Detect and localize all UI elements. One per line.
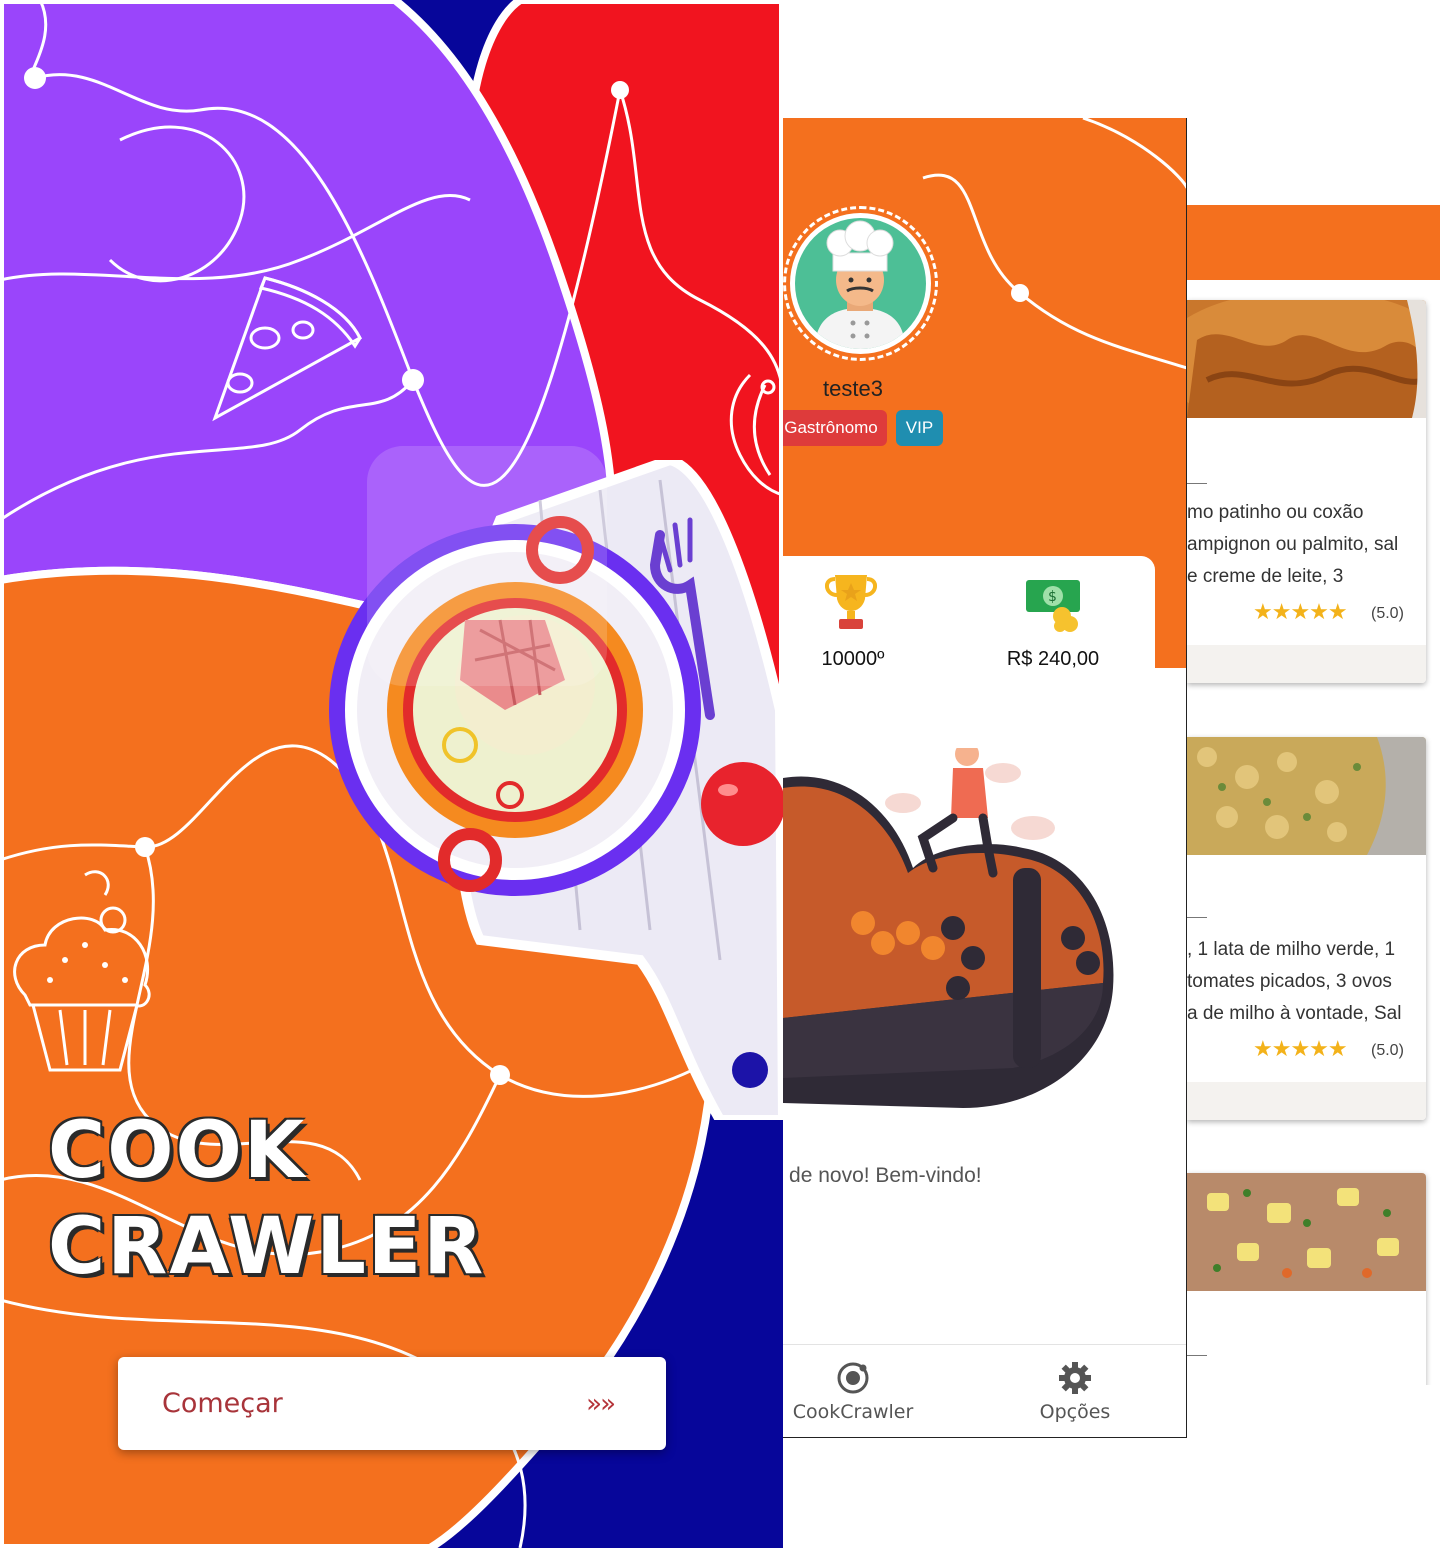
- app-icon-overlay: [367, 446, 607, 686]
- recipe-photo: [1187, 737, 1426, 855]
- cupcake-icon: [13, 870, 151, 1072]
- ingredient-line: , 1 lata de milho verde, 1: [1187, 939, 1396, 960]
- ingredient-line: ampignon ou palmito, sal: [1187, 534, 1399, 555]
- recipe-card[interactable]: mo patinho ou coxão ampignon ou palmito,…: [1187, 300, 1426, 683]
- logo-title-line1: COOK: [48, 1106, 307, 1196]
- ionic-icon: [837, 1362, 869, 1394]
- rating-value: (5.0): [1371, 1042, 1404, 1059]
- recipe-photo: [1187, 1173, 1426, 1291]
- chef-avatar-icon: [815, 220, 905, 349]
- tab-cookcrawler[interactable]: CookCrawler: [783, 1345, 923, 1437]
- card-divider: [1187, 917, 1207, 918]
- star-rating-icon: ★★★★★: [1253, 1037, 1348, 1062]
- card-divider: [1187, 483, 1207, 484]
- splash-screen: COOK CRAWLER Começar »»: [0, 0, 783, 1548]
- pizza-icon: [212, 276, 362, 422]
- start-button[interactable]: Começar »»: [118, 1357, 666, 1450]
- star-rating-icon: ★★★★★: [1253, 600, 1348, 625]
- welcome-message: cê de novo! Bem-vindo!: [783, 1164, 982, 1187]
- tab-label-cookcrawler: CookCrawler: [792, 1401, 914, 1423]
- ingredient-line: mo patinho ou coxão: [1187, 502, 1364, 523]
- avatar[interactable]: [783, 206, 938, 361]
- ingredient-line: tomates picados, 3 ovos: [1187, 971, 1392, 992]
- recipe-card[interactable]: , 1 lata de milho verde, 1 tomates picad…: [1187, 737, 1426, 1120]
- recipes-screen: mo patinho ou coxão ampignon ou palmito,…: [1187, 0, 1440, 1385]
- rank-badge: Gastrônomo: [783, 410, 887, 446]
- recipe-photo: [1187, 300, 1426, 418]
- tab-label-options: Opções: [1039, 1401, 1111, 1423]
- bottom-tab-bar: CookCrawler Opções: [783, 1344, 1186, 1437]
- recipe-card[interactable]: [1187, 1173, 1426, 1385]
- double-chevron-right-icon: »»: [586, 1388, 616, 1419]
- balance-value: R$ 240,00: [1006, 648, 1100, 670]
- card-footer: [1187, 645, 1426, 683]
- ingredient-line: a de milho à vontade, Sal: [1187, 1003, 1402, 1024]
- logo-title-line2: CRAWLER: [48, 1202, 486, 1292]
- rating-value: (5.0): [1371, 605, 1404, 622]
- ranking-value: 10000º: [821, 648, 885, 670]
- gear-icon: [1059, 1362, 1091, 1394]
- recipes-header: [1187, 205, 1440, 280]
- card-divider: [1187, 1355, 1207, 1356]
- start-button-label: Começar: [162, 1388, 283, 1419]
- money-icon: $: [1026, 580, 1080, 632]
- username: teste3: [823, 376, 883, 401]
- trophy-icon: [825, 575, 877, 629]
- vip-badge: VIP: [896, 410, 943, 446]
- welcome-illustration: [783, 748, 1114, 1108]
- ingredient-line: e creme de leite, 3: [1187, 566, 1344, 587]
- card-footer: [1187, 1082, 1426, 1120]
- tab-options[interactable]: Opções: [1013, 1345, 1137, 1437]
- svg-text:$: $: [1048, 589, 1057, 605]
- profile-screen: teste3 Gastrônomo VIP $ 10000º R$ 240,00…: [783, 118, 1187, 1438]
